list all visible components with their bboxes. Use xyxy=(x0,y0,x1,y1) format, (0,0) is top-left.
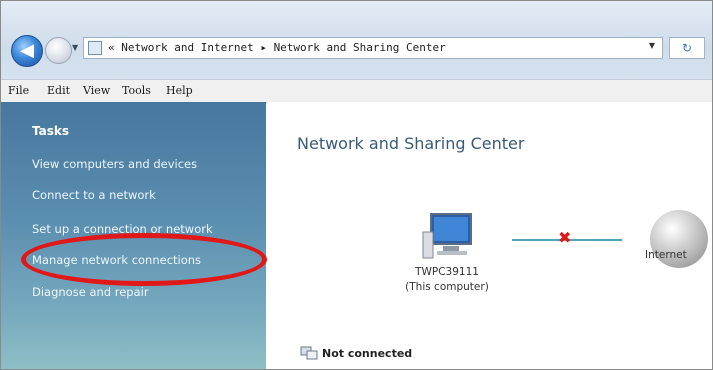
tasks-heading: Tasks xyxy=(32,124,70,138)
explorer-window: ◀ ▼ « Network and Internet ▸ Network and… xyxy=(0,0,713,370)
address-field[interactable]: « Network and Internet ▸ Network and Sha… xyxy=(83,37,663,59)
menu-bar: File Edit View Tools Help xyxy=(1,79,712,103)
task-view-computers[interactable]: View computers and devices xyxy=(32,157,197,171)
back-arrow-icon: ◀ xyxy=(20,40,34,61)
address-dropdown-icon[interactable]: ▼ xyxy=(649,41,655,50)
menu-help[interactable]: Help xyxy=(166,84,193,97)
computer-name: TWPC39111 xyxy=(415,266,479,278)
highlight-ellipse xyxy=(21,233,267,286)
menu-view[interactable]: View xyxy=(83,84,110,97)
address-toolbar: ◀ ▼ « Network and Internet ▸ Network and… xyxy=(1,1,712,79)
network-folder-icon xyxy=(88,41,102,55)
menu-edit[interactable]: Edit xyxy=(47,84,70,97)
network-status-icon xyxy=(300,346,318,360)
task-diagnose-repair[interactable]: Diagnose and repair xyxy=(32,285,149,299)
computer-label: TWPC39111 (This computer) xyxy=(387,265,507,295)
history-dropdown-icon[interactable]: ▼ xyxy=(72,43,78,52)
address-path: « Network and Internet ▸ Network and Sha… xyxy=(108,41,446,54)
menu-file[interactable]: File xyxy=(8,84,29,97)
connection-status: Not connected xyxy=(322,347,413,360)
computer-subtitle: (This computer) xyxy=(405,281,489,293)
internet-label: Internet xyxy=(645,249,687,261)
back-button[interactable]: ◀ xyxy=(11,35,43,67)
page-title: Network and Sharing Center xyxy=(297,134,525,153)
task-connect-network[interactable]: Connect to a network xyxy=(32,188,156,202)
refresh-icon: ↻ xyxy=(681,41,693,55)
tasks-pane: Tasks View computers and devices Connect… xyxy=(1,102,267,369)
menu-tools[interactable]: Tools xyxy=(122,84,151,97)
forward-button[interactable] xyxy=(45,37,72,64)
computer-icon[interactable] xyxy=(417,210,487,262)
main-content: Network and Sharing Center TWPC39111 (Th… xyxy=(267,102,712,369)
disconnected-x-icon[interactable]: ✖ xyxy=(558,228,571,247)
refresh-button[interactable]: ↻ xyxy=(669,37,705,59)
